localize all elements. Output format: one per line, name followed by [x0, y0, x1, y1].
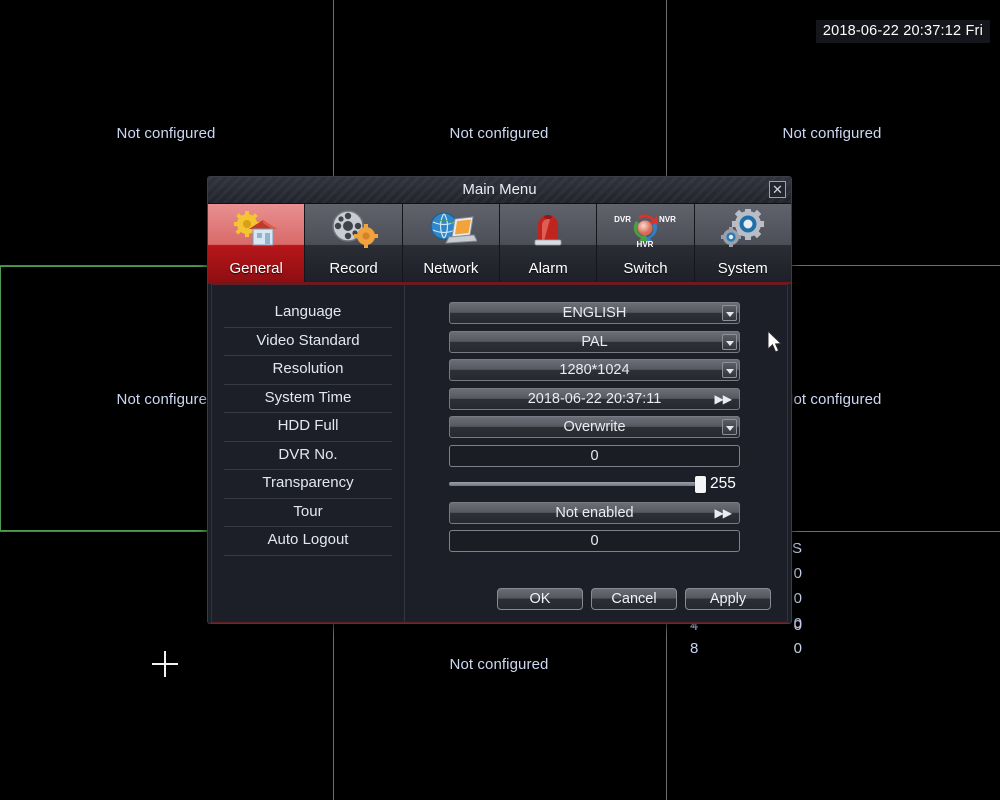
close-icon[interactable]: ✕ — [769, 181, 786, 198]
row-hdd-full: Overwrite — [405, 413, 787, 442]
resolution-select[interactable]: 1280*1024 — [449, 359, 740, 382]
tab-general[interactable]: General — [208, 204, 306, 282]
transparency-slider-track[interactable] — [449, 476, 706, 494]
cancel-button[interactable]: Cancel — [591, 588, 677, 610]
dialog-body: Language Video Standard Resolution Syste… — [211, 284, 788, 623]
double-arrow-icon[interactable]: ▶▶ — [715, 389, 732, 410]
dialog-title: Main Menu — [462, 181, 537, 198]
label-resolution: Resolution — [224, 356, 392, 385]
row-language: ENGLISH — [405, 299, 787, 328]
row-auto-logout: 0 — [405, 527, 787, 556]
system-time-value: 2018-06-22 20:37:11 — [527, 390, 662, 407]
row-tour: Not enabled ▶▶ — [405, 499, 787, 528]
language-value: ENGLISH — [562, 305, 627, 322]
tab-switch-label: Switch — [623, 260, 668, 277]
tab-alarm[interactable]: Alarm — [499, 204, 598, 282]
label-auto-logout: Auto Logout — [224, 527, 392, 556]
row-video-standard: PAL — [405, 328, 787, 357]
hdd-full-select[interactable]: Overwrite — [449, 416, 740, 439]
label-system-time: System Time — [224, 385, 392, 413]
chevron-down-icon[interactable] — [722, 362, 737, 379]
dvr-nvr-hvr-cycle-icon: DVR NVR HVR — [597, 208, 693, 250]
apply-button[interactable]: Apply — [685, 588, 771, 610]
transparency-slider[interactable]: 255 — [449, 473, 740, 495]
bitrate-ch: 8 — [690, 640, 699, 657]
tab-record-label: Record — [329, 260, 378, 277]
crosshair-cursor — [152, 651, 178, 677]
dvr-no-value: 0 — [590, 447, 599, 464]
dvr-no-input[interactable]: 0 — [449, 444, 740, 467]
tab-network[interactable]: Network — [402, 204, 500, 282]
chevron-down-icon[interactable] — [722, 333, 737, 350]
house-gear-icon — [208, 208, 304, 250]
field-control-column: ENGLISH PAL 1280*1024 2018-06-22 20:37:1… — [405, 285, 787, 622]
chevron-down-icon[interactable] — [722, 419, 737, 436]
label-language: Language — [224, 299, 392, 328]
dialog-button-row: OK Cancel Apply — [497, 588, 771, 610]
pane-label-1: Not configured — [116, 125, 216, 142]
resolution-value: 1280*1024 — [559, 362, 630, 379]
tab-system[interactable]: System — [694, 204, 791, 282]
hdd-full-value: Overwrite — [563, 419, 626, 436]
tab-alarm-label: Alarm — [528, 260, 568, 277]
transparency-value: 255 — [710, 475, 736, 493]
row-system-time: 2018-06-22 20:37:11 ▶▶ — [405, 385, 787, 414]
label-transparency: Transparency — [224, 470, 392, 499]
dialog-tabstrip: General Record Network Alarm DVR NVR HVR… — [208, 204, 791, 284]
siren-icon — [500, 208, 596, 250]
system-time-field[interactable]: 2018-06-22 20:37:11 ▶▶ — [449, 387, 740, 410]
svg-text:DVR: DVR — [615, 215, 632, 224]
video-standard-select[interactable]: PAL — [449, 330, 740, 353]
chevron-down-icon[interactable] — [722, 305, 737, 322]
dvr-live-view-screen: Not configured Not configured Not config… — [0, 0, 1000, 800]
row-transparency: 255 — [405, 470, 787, 499]
dialog-titlebar: Main Menu ✕ — [208, 177, 791, 204]
pane-label-4: Not configured — [116, 391, 216, 408]
auto-logout-value: 0 — [590, 533, 599, 550]
pane-label-2: Not configured — [449, 125, 549, 142]
language-select[interactable]: ENGLISH — [449, 302, 740, 325]
bitrate-kbs: 0 — [793, 640, 802, 657]
osd-clock: 2018-06-22 20:37:12 Fri — [815, 20, 990, 43]
auto-logout-input[interactable]: 0 — [449, 530, 740, 553]
film-reel-gear-icon — [305, 208, 401, 250]
svg-text:HVR: HVR — [637, 240, 654, 249]
tab-record[interactable]: Record — [305, 204, 403, 282]
label-tour: Tour — [224, 499, 392, 527]
pane-label-6: Not configured — [782, 391, 882, 408]
double-arrow-icon[interactable]: ▶▶ — [715, 503, 732, 524]
ok-button[interactable]: OK — [497, 588, 583, 610]
label-hdd-full: HDD Full — [224, 413, 392, 442]
row-resolution: 1280*1024 — [405, 356, 787, 385]
bitrate-row: 8 0 — [684, 636, 802, 661]
tour-field[interactable]: Not enabled ▶▶ — [449, 501, 740, 524]
globe-laptop-icon — [403, 208, 499, 250]
label-video-standard: Video Standard — [224, 328, 392, 356]
main-menu-dialog: Main Menu ✕ General Record Network Alarm… — [207, 176, 792, 624]
tab-network-label: Network — [423, 260, 479, 277]
tab-switch[interactable]: DVR NVR HVR Switch — [597, 204, 695, 282]
row-dvr-no: 0 — [405, 442, 787, 471]
mouse-pointer — [767, 329, 784, 355]
svg-text:NVR: NVR — [659, 215, 676, 224]
video-standard-value: PAL — [581, 333, 608, 350]
label-dvr-no: DVR No. — [224, 442, 392, 470]
transparency-slider-knob[interactable] — [695, 476, 706, 494]
pane-label-3: Not configured — [782, 125, 882, 142]
tab-system-label: System — [717, 260, 768, 277]
field-label-column: Language Video Standard Resolution Syste… — [212, 285, 405, 622]
gears-icon — [695, 208, 791, 250]
tour-value: Not enabled — [555, 504, 634, 521]
tab-general-label: General — [229, 260, 283, 277]
pane-label-8: Not configured — [449, 656, 549, 673]
